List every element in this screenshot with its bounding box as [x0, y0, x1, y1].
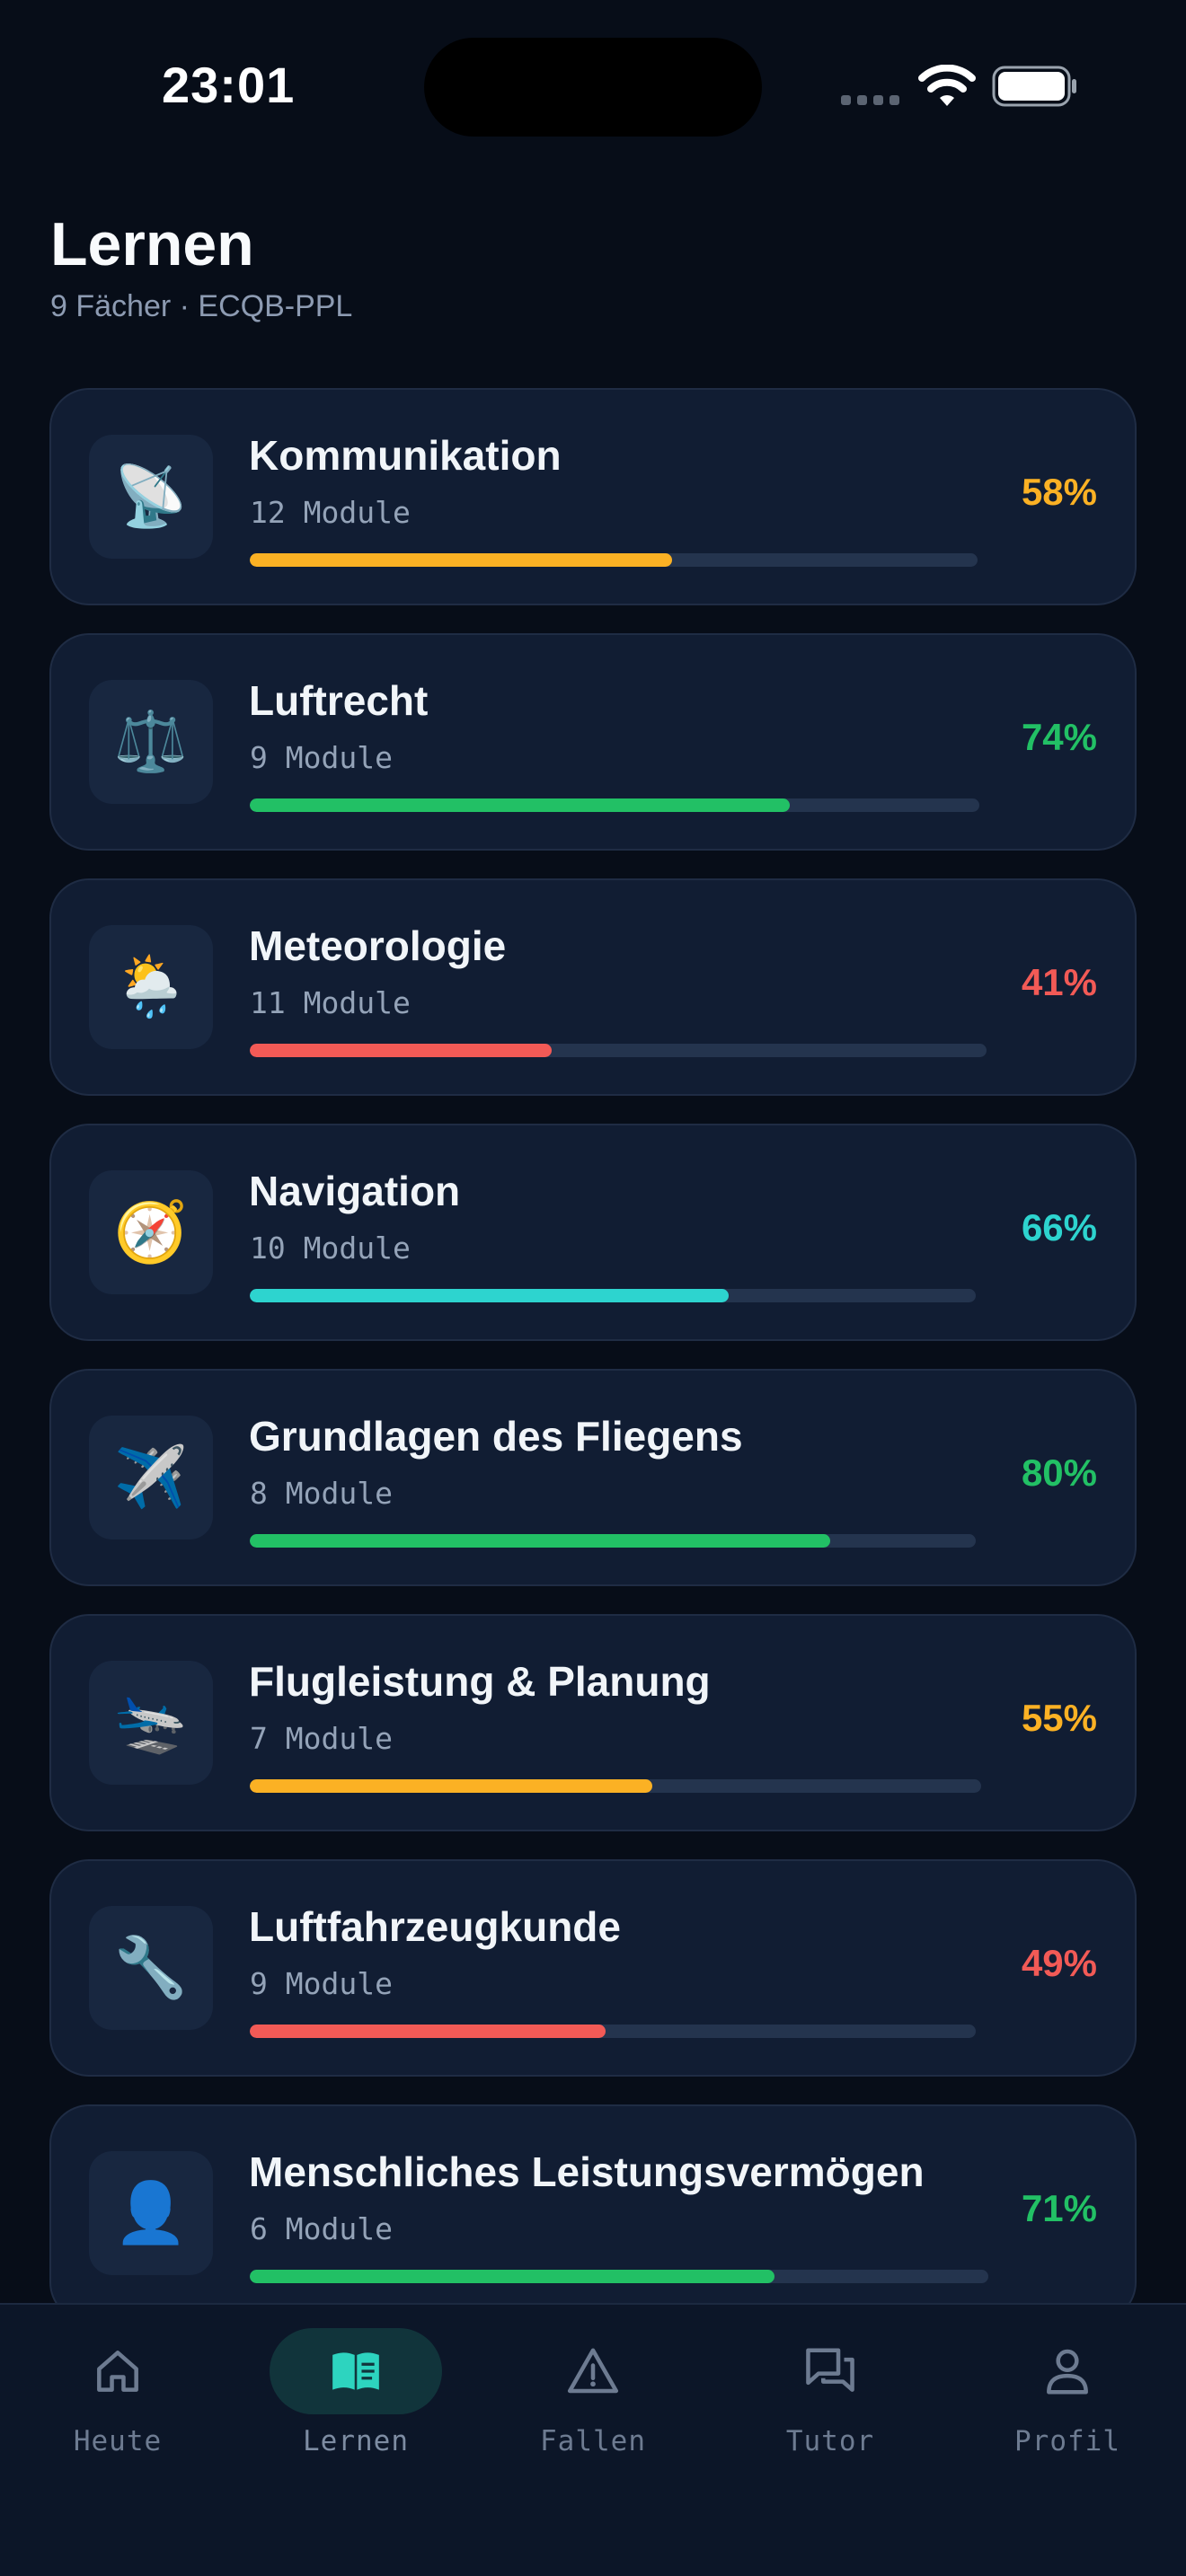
airplane-landing-icon: 🛬	[89, 1661, 213, 1785]
subject-card[interactable]: 🧭 Navigation 10 Module 66%	[49, 1124, 1137, 1341]
tab-profil[interactable]: Profil	[978, 2328, 1157, 2472]
page-subtitle: 9 Fächer · ECQB-PPL	[50, 289, 353, 323]
compass-icon: 🧭	[89, 1170, 213, 1294]
subject-name: Navigation	[249, 1168, 461, 1214]
tab-tutor[interactable]: Tutor	[740, 2328, 920, 2472]
subject-name: Kommunikation	[249, 432, 562, 479]
progress-track	[250, 1534, 976, 1548]
chat-icon	[744, 2328, 916, 2414]
progress-percent: 66%	[1021, 1206, 1097, 1248]
subject-card[interactable]: 📡 Kommunikation 12 Module 58%	[49, 388, 1137, 605]
battery-icon	[992, 66, 1076, 107]
tab-fallen[interactable]: Fallen	[503, 2328, 683, 2472]
module-count: 8 Module	[250, 1476, 393, 1511]
page-header: Lernen 9 Fächer · ECQB-PPL	[50, 208, 352, 324]
progress-percent: 71%	[1021, 2187, 1097, 2229]
progress-percent: 80%	[1021, 1451, 1097, 1494]
progress-track	[250, 553, 978, 567]
progress-percent: 41%	[1021, 961, 1097, 1003]
tab-label: Fallen	[540, 2425, 646, 2457]
home-icon	[31, 2328, 204, 2414]
wrench-icon: 🔧	[89, 1906, 213, 2030]
module-count: 9 Module	[250, 740, 393, 775]
subject-card[interactable]: ✈️ Grundlagen des Fliegens 8 Module 80%	[49, 1369, 1137, 1586]
progress-track	[250, 1044, 987, 1057]
tab-heute[interactable]: Heute	[28, 2328, 208, 2472]
airplane-icon: ✈️	[89, 1416, 213, 1539]
module-count: 6 Module	[250, 2211, 393, 2246]
subject-name: Flugleistung & Planung	[249, 1658, 711, 1705]
subject-list: 📡 Kommunikation 12 Module 58% ⚖️ Luftrec…	[49, 388, 1137, 2350]
cellular-signal-icon	[841, 95, 899, 105]
progress-percent: 58%	[1021, 471, 1097, 513]
progress-track	[250, 1289, 976, 1302]
wifi-icon	[918, 65, 976, 106]
progress-track	[250, 2270, 988, 2283]
scales-icon: ⚖️	[89, 680, 213, 804]
progress-fill	[250, 2025, 606, 2038]
progress-track	[250, 1779, 981, 1793]
module-count: 12 Module	[250, 495, 411, 530]
person-icon: 👤	[89, 2151, 213, 2275]
subject-name: Grundlagen des Fliegens	[249, 1413, 743, 1460]
warning-icon	[507, 2328, 679, 2414]
subject-card[interactable]: ⚖️ Luftrecht 9 Module 74%	[49, 633, 1137, 851]
subject-name: Meteorologie	[249, 922, 507, 969]
progress-percent: 55%	[1021, 1697, 1097, 1739]
subject-name: Menschliches Leistungsvermögen	[249, 2148, 925, 2195]
tab-label: Profil	[1014, 2425, 1120, 2457]
progress-fill	[250, 1289, 730, 1302]
status-bar: 23:01	[0, 0, 1186, 171]
progress-fill	[250, 2270, 774, 2283]
progress-fill	[250, 1044, 553, 1057]
subject-card[interactable]: 👤 Menschliches Leistungsvermögen 6 Modul…	[49, 2104, 1137, 2322]
subject-name: Luftfahrzeugkunde	[249, 1903, 621, 1950]
module-count: 11 Module	[250, 985, 411, 1020]
progress-percent: 49%	[1021, 1942, 1097, 1984]
subject-card[interactable]: 🔧 Luftfahrzeugkunde 9 Module 49%	[49, 1859, 1137, 2077]
dynamic-island	[424, 38, 762, 137]
progress-fill	[250, 798, 790, 812]
progress-track	[250, 798, 979, 812]
subject-card[interactable]: 🛬 Flugleistung & Planung 7 Module 55%	[49, 1614, 1137, 1831]
user-icon	[981, 2328, 1154, 2414]
weather-icon: 🌦️	[89, 925, 213, 1049]
status-time: 23:01	[162, 57, 296, 113]
progress-track	[250, 2025, 976, 2038]
module-count: 7 Module	[250, 1721, 393, 1756]
progress-fill	[250, 1534, 831, 1548]
module-count: 9 Module	[250, 1966, 393, 2001]
tab-bar: Heute Lernen Fallen Tutor Profil	[0, 2303, 1186, 2576]
page-title: Lernen	[50, 210, 254, 278]
satellite-dish-icon: 📡	[89, 435, 213, 559]
subject-name: Luftrecht	[249, 677, 429, 724]
progress-percent: 74%	[1021, 716, 1097, 758]
tab-lernen[interactable]: Lernen	[266, 2328, 446, 2472]
module-count: 10 Module	[250, 1231, 411, 1266]
progress-fill	[250, 553, 672, 567]
subject-card[interactable]: 🌦️ Meteorologie 11 Module 41%	[49, 878, 1137, 1096]
progress-fill	[250, 1779, 652, 1793]
tab-label: Lernen	[303, 2425, 409, 2457]
book-icon	[270, 2328, 442, 2414]
learn-screen: 23:01 Lernen 9 Fächer · ECQB-PPL 📡 Kommu…	[0, 0, 1186, 2576]
tab-label: Tutor	[785, 2425, 875, 2457]
tab-label: Heute	[73, 2425, 163, 2457]
